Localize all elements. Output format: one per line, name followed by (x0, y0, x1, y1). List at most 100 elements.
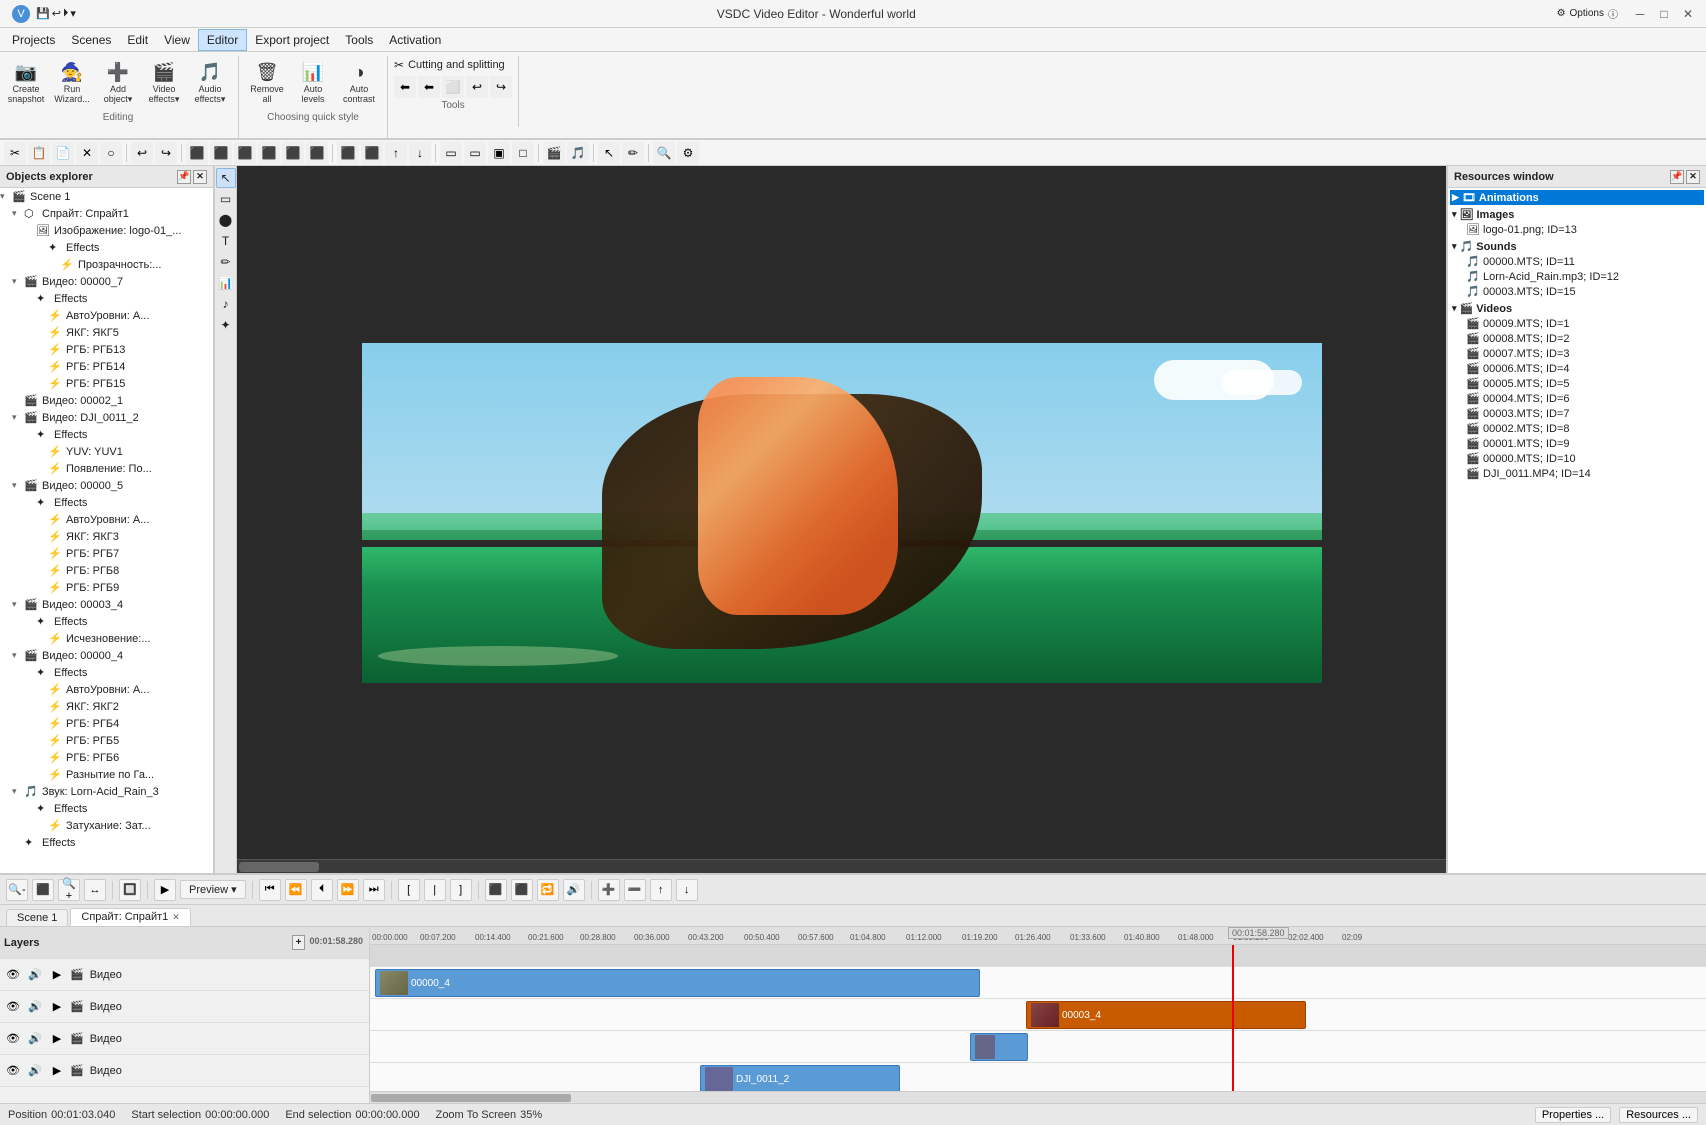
cursor-mode-btn[interactable]: ↖ (598, 142, 620, 164)
track-add-btn[interactable]: ➕ (598, 879, 620, 901)
cut-icon-btn[interactable]: ✂ (4, 142, 26, 164)
prev-btn[interactable]: ⏴ (311, 879, 333, 901)
tree-item-18[interactable]: ✦ Effects (0, 494, 213, 511)
menu-scenes[interactable]: Scenes (63, 29, 119, 51)
chart-tool-btn[interactable]: 📊 (216, 273, 236, 293)
align-right-btn[interactable]: ⬛ (234, 142, 256, 164)
remove-all-button[interactable]: 🗑 Remove all (245, 56, 289, 110)
tree-item-17[interactable]: ▾ 🎬 Видео: 00000_5 (0, 477, 213, 494)
add-object-button[interactable]: ➕ Addobject▾ (96, 56, 140, 110)
tree-item-19[interactable]: ⚡ АвтоУровни: А... (0, 511, 213, 528)
objects-panel-close-btn[interactable]: ✕ (193, 170, 207, 184)
split-btn[interactable]: ⬜ (442, 76, 464, 98)
scene-tab[interactable]: Scene 1 (6, 909, 68, 926)
tree-item-35[interactable]: ▾ 🎵 Звук: Lorn-Acid_Rain_3 (0, 783, 213, 800)
segment-btn[interactable]: ⬛ (485, 879, 507, 901)
play-btn[interactable]: ▶ (154, 879, 176, 901)
track3-expand-btn[interactable]: ▶ (48, 1030, 66, 1048)
tree-item-8[interactable]: ⚡ ЯКГ: ЯКГ5 (0, 324, 213, 341)
shape1-btn[interactable]: ▭ (440, 142, 462, 164)
menu-editor[interactable]: Editor (198, 29, 247, 51)
mark-point-btn[interactable]: | (424, 879, 446, 901)
tree-item-11[interactable]: ⚡ РГБ: РГБ15 (0, 375, 213, 392)
undo-icon[interactable]: ↩ (52, 7, 61, 20)
track4-visibility-btn[interactable]: 👁 (4, 1062, 22, 1080)
undo-btn[interactable]: ↩ (131, 142, 153, 164)
minimize-button[interactable]: ─ (1630, 6, 1650, 22)
menu-tools[interactable]: Tools (337, 29, 381, 51)
res-video-4[interactable]: 🎬00006.MTS; ID=4 (1450, 361, 1704, 376)
pen-tool-btn[interactable]: ✏ (216, 252, 236, 272)
tree-item-2[interactable]: 🖼 Изображение: logo-01_... (0, 222, 213, 239)
track-up-btn[interactable]: ↑ (650, 879, 672, 901)
shape2-btn[interactable]: ▭ (464, 142, 486, 164)
cursor-tool-btn[interactable]: ↖ (216, 168, 236, 188)
track2-audio-btn[interactable]: 🔊 (26, 998, 44, 1016)
tree-item-13[interactable]: ▾ 🎬 Видео: DJI_0011_2 (0, 409, 213, 426)
tree-item-24[interactable]: ▾ 🎬 Видео: 00003_4 (0, 596, 213, 613)
undo-cut-btn[interactable]: ↩ (466, 76, 488, 98)
resources-panel-btn[interactable]: Resources ... (1619, 1107, 1698, 1123)
tree-item-30[interactable]: ⚡ ЯКГ: ЯКГ2 (0, 698, 213, 715)
cut-right-btn[interactable]: ⬅ (418, 76, 440, 98)
res-item-logo[interactable]: 🖼 logo-01.png; ID=13 (1450, 222, 1704, 237)
tree-item-32[interactable]: ⚡ РГБ: РГБ5 (0, 732, 213, 749)
tree-item-23[interactable]: ⚡ РГБ: РГБ9 (0, 579, 213, 596)
tree-item-37[interactable]: ⚡ Затухание: Зат... (0, 817, 213, 834)
res-item-sound3[interactable]: 🎵 00003.MTS; ID=15 (1450, 284, 1704, 299)
circle-btn[interactable]: ○ (100, 142, 122, 164)
track-down-btn[interactable]: ↓ (676, 879, 698, 901)
copy-btn[interactable]: 📋 (28, 142, 50, 164)
tree-item-5[interactable]: ▾ 🎬 Видео: 00000_7 (0, 273, 213, 290)
track2-expand-btn[interactable]: ▶ (48, 998, 66, 1016)
align-middle-btn[interactable]: ⬛ (282, 142, 304, 164)
snap-btn[interactable]: 🔲 (119, 879, 141, 901)
circle-tool-btn[interactable]: ⬤ (216, 210, 236, 230)
preview-dropdown-btn[interactable]: Preview ▾ (180, 880, 246, 899)
ripple-btn[interactable]: ⬛ (511, 879, 533, 901)
tree-item-10[interactable]: ⚡ РГБ: РГБ14 (0, 358, 213, 375)
paste-btn[interactable]: 📄 (52, 142, 74, 164)
videos-header[interactable]: ▾ 🎬 Videos (1450, 301, 1704, 316)
close-button[interactable]: ✕ (1678, 6, 1698, 22)
res-video-1[interactable]: 🎬00009.MTS; ID=1 (1450, 316, 1704, 331)
menu-projects[interactable]: Projects (4, 29, 63, 51)
tree-item-20[interactable]: ⚡ ЯКГ: ЯКГ3 (0, 528, 213, 545)
tree-item-7[interactable]: ⚡ АвтоУровни: А... (0, 307, 213, 324)
tree-item-4[interactable]: ⚡ Прозрачность:... (0, 256, 213, 273)
maximize-button[interactable]: □ (1654, 6, 1674, 22)
zoom-in-btn[interactable]: 🔍+ (58, 879, 80, 901)
track2-visibility-btn[interactable]: 👁 (4, 998, 22, 1016)
create-snapshot-button[interactable]: 📷 Createsnapshot (4, 56, 48, 110)
tree-item-12[interactable]: 🎬 Видео: 00002_1 (0, 392, 213, 409)
sounds-header[interactable]: ▾ 🎵 Sounds (1450, 239, 1704, 254)
align-left-btn[interactable]: ⬛ (186, 142, 208, 164)
menu-view[interactable]: View (156, 29, 198, 51)
zoom-reset-btn[interactable]: ↔ (84, 879, 106, 901)
scroll-thumb[interactable] (239, 862, 319, 872)
preview-scrollbar-h[interactable] (237, 859, 1446, 873)
tree-item-21[interactable]: ⚡ РГБ: РГБ7 (0, 545, 213, 562)
menu-edit[interactable]: Edit (119, 29, 156, 51)
align-top-btn[interactable]: ⬛ (258, 142, 280, 164)
tree-item-36[interactable]: ✦ Effects (0, 800, 213, 817)
resources-close-btn[interactable]: ✕ (1686, 170, 1700, 184)
redo-icon[interactable]: ⏵ (63, 7, 69, 20)
tree-item-31[interactable]: ⚡ РГБ: РГБ4 (0, 715, 213, 732)
fill-btn[interactable]: ▣ (488, 142, 510, 164)
track1-visibility-btn[interactable]: 👁 (4, 966, 22, 984)
next-btn[interactable]: ⏩ (337, 879, 359, 901)
tree-item-22[interactable]: ⚡ РГБ: РГБ8 (0, 562, 213, 579)
res-video-5[interactable]: 🎬00005.MTS; ID=5 (1450, 376, 1704, 391)
text-tool-btn[interactable]: T (216, 231, 236, 251)
tree-item-27[interactable]: ▾ 🎬 Видео: 00000_4 (0, 647, 213, 664)
track3-audio-btn[interactable]: 🔊 (26, 1030, 44, 1048)
res-item-sound2[interactable]: 🎵 Lorn-Acid_Rain.mp3; ID=12 (1450, 269, 1704, 284)
align-center-btn[interactable]: ⬛ (210, 142, 232, 164)
res-video-9[interactable]: 🎬00001.MTS; ID=9 (1450, 436, 1704, 451)
tree-item-33[interactable]: ⚡ РГБ: РГБ6 (0, 749, 213, 766)
audio-icon-btn[interactable]: 🎵 (567, 142, 589, 164)
res-video-11[interactable]: 🎬DJI_0011.MP4; ID=14 (1450, 466, 1704, 481)
animations-category[interactable]: ▶ 🎞 Animations (1450, 190, 1704, 205)
help-icon[interactable]: ⓘ (1608, 6, 1618, 21)
